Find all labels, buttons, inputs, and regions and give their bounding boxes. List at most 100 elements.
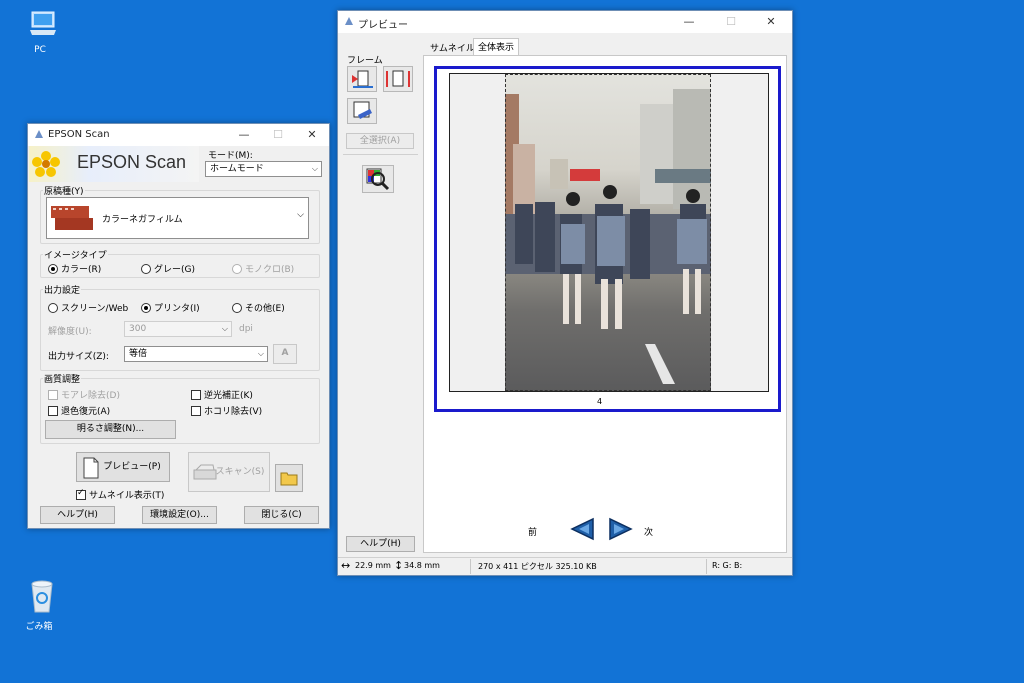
next-label: 次 [644,528,654,538]
checkbox-dust[interactable]: ホコリ除去(V) [191,404,262,417]
film-strip-icon [51,206,93,230]
mode-select-value: ホームモード [210,164,264,174]
radio-label: その他(E) [245,304,285,314]
flower-logo-icon [32,151,60,177]
auto-locate-icon [352,70,373,88]
status-pixels: 270 x 411 ピクセル 325.10 KB [478,562,597,571]
frame-number: 4 [597,397,603,406]
frame-adjust-icon [386,70,410,87]
size-settings-button: A [273,344,297,364]
radio-mono: モノクロ(B) [232,262,294,275]
minimize-button[interactable]: — [672,11,706,33]
width-arrow-icon: ↔ [341,559,351,572]
close-button[interactable]: ✕ [754,11,788,33]
checkbox-label: ホコリ除去(V) [204,407,263,417]
chevron-down-icon: ⌵ [311,164,318,173]
brand-text: EPSON Scan [77,152,187,172]
title-bar: EPSON Scan — ☐ ✕ [28,124,329,146]
radio-color[interactable]: カラー(R) [48,262,101,275]
minimize-button[interactable]: — [227,124,261,146]
chevron-down-icon: ⌵ [297,210,304,220]
output-group-title: 出力設定 [43,283,82,296]
scan-button: スキャン(S) [188,452,270,492]
crop-marquee[interactable] [505,74,711,391]
configuration-button[interactable]: 環境設定(O)... [142,506,217,524]
radio-label: プリンタ(I) [154,304,200,314]
checkbox-backlight[interactable]: 逆光補正(K) [191,388,253,401]
status-height: 34.8 mm [404,561,440,570]
mode-label: モード(M): [208,151,253,161]
quality-group-title: 画質調整 [43,372,82,385]
radio-label: カラー(R) [61,265,102,275]
toolbar-divider [343,154,418,155]
selected-frame[interactable]: 4 [434,66,781,412]
select-all-button: 全選択(A) [346,133,414,149]
open-folder-button[interactable] [275,464,303,492]
film-frame [449,73,769,392]
radio-indicator [48,263,58,274]
status-width: 22.9 mm [355,561,391,570]
radio-indicator [232,302,242,313]
desktop-icon-recycle-bin[interactable]: ごみ箱 [19,578,59,632]
checkbox-indicator [191,389,201,400]
desktop-icon-pc[interactable]: PC [20,8,60,55]
radio-indicator [141,263,151,274]
title-bar: プレビュー — ☐ ✕ [338,11,792,33]
radio-other[interactable]: その他(E) [232,301,285,314]
next-arrow-icon[interactable] [608,517,634,541]
zoom-button[interactable] [362,165,394,193]
output-size-select[interactable]: 等倍 ⌵ [124,346,268,362]
epson-scan-window: EPSON Scan — ☐ ✕ EPSON Scan モード(M): ホームモ… [27,123,330,529]
scanner-icon [193,464,217,480]
previous-arrow-icon[interactable] [569,517,595,541]
checkbox-thumbnail[interactable]: サムネイル表示(T) [76,488,164,501]
auto-locate-button[interactable] [347,66,377,92]
computer-icon [29,11,56,35]
resolution-select: 300 ⌵ [124,321,232,337]
resolution-unit: dpi [239,324,253,334]
preview-help-button[interactable]: ヘルプ(H) [346,536,415,552]
desktop-icon-label: PC [34,45,46,55]
status-rgb: R: G: B: [712,561,743,570]
help-button[interactable]: ヘルプ(H) [40,506,115,524]
radio-label: モノクロ(B) [245,265,295,275]
checkbox-indicator [191,405,201,416]
checkbox-indicator [48,389,58,400]
checkbox-moire: モアレ除去(D) [48,388,120,401]
preview-panel: 4 前 次 [423,55,787,553]
radio-gray[interactable]: グレー(G) [141,262,195,275]
radio-printer[interactable]: プリンタ(I) [141,301,200,314]
chevron-down-icon: ⌵ [221,324,228,333]
checkbox-fade[interactable]: 退色復元(A) [48,404,110,417]
status-separator [470,559,471,574]
status-separator [706,559,707,574]
checkbox-label: モアレ除去(D) [61,391,120,401]
desktop-icon-label: ごみ箱 [25,622,53,632]
checkbox-label: サムネイル表示(T) [89,491,165,501]
scanner-app-icon [345,17,353,25]
output-size-select-value: 等倍 [129,349,148,359]
resolution-label: 解像度(U): [48,327,92,337]
close-dialog-button[interactable]: 閉じる(C) [244,506,319,524]
scanner-app-icon [35,130,43,138]
erase-frame-button[interactable] [347,98,377,124]
close-button[interactable]: ✕ [295,124,329,146]
preview-window: プレビュー — ☐ ✕ フレーム 全選択(A) ヘルプ(H) サムネイル 全体表… [337,10,793,576]
status-bar: ↔ 22.9 mm ↕ 34.8 mm 270 x 411 ピクセル 325.1… [338,557,792,575]
frame-adjust-button[interactable] [383,66,413,92]
maximize-button: ☐ [273,128,283,141]
preview-button[interactable]: プレビュー(P) [76,452,170,482]
mode-select[interactable]: ホームモード ⌵ [205,161,322,177]
prev-label: 前 [528,528,538,538]
maximize-button: ☐ [726,15,736,28]
preview-button-label: プレビュー(P) [103,462,161,472]
height-arrow-icon: ↕ [394,559,404,572]
brightness-button[interactable]: 明るさ調整(N)... [45,420,176,439]
chevron-down-icon: ⌵ [257,349,264,358]
checkbox-label: 逆光補正(K) [204,391,253,401]
radio-indicator [141,302,151,313]
source-select[interactable]: カラーネガフィルム ⌵ [46,197,309,239]
frame-label: フレーム [347,56,383,66]
radio-label: グレー(G) [154,265,195,275]
radio-screen-web[interactable]: スクリーン/Web [48,301,128,314]
